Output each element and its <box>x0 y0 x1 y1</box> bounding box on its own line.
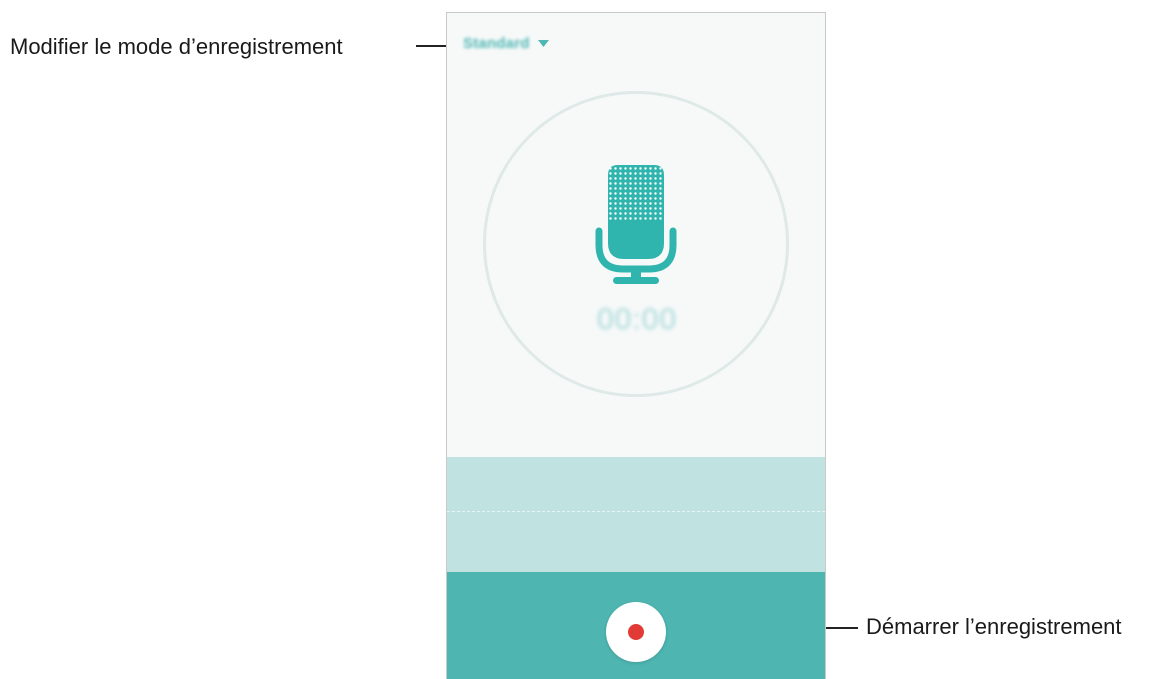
record-button[interactable] <box>606 602 666 662</box>
record-icon <box>628 624 644 640</box>
recording-mode-label: Standard <box>463 35 530 52</box>
voice-recorder-screen: Standard 00:00 <box>446 12 826 679</box>
control-bar <box>447 572 825 679</box>
callout-mode-label: Modifier le mode d’enregistrement <box>10 34 343 59</box>
waveform-area <box>447 457 825 572</box>
microphone-icon <box>595 165 677 284</box>
callout-record-label: Démarrer l’enregistrement <box>866 614 1122 639</box>
caret-down-icon <box>537 40 549 47</box>
waveform-baseline <box>447 511 825 512</box>
recording-timer: 00:00 <box>596 303 678 336</box>
recording-mode-dropdown[interactable]: Standard <box>463 35 549 52</box>
